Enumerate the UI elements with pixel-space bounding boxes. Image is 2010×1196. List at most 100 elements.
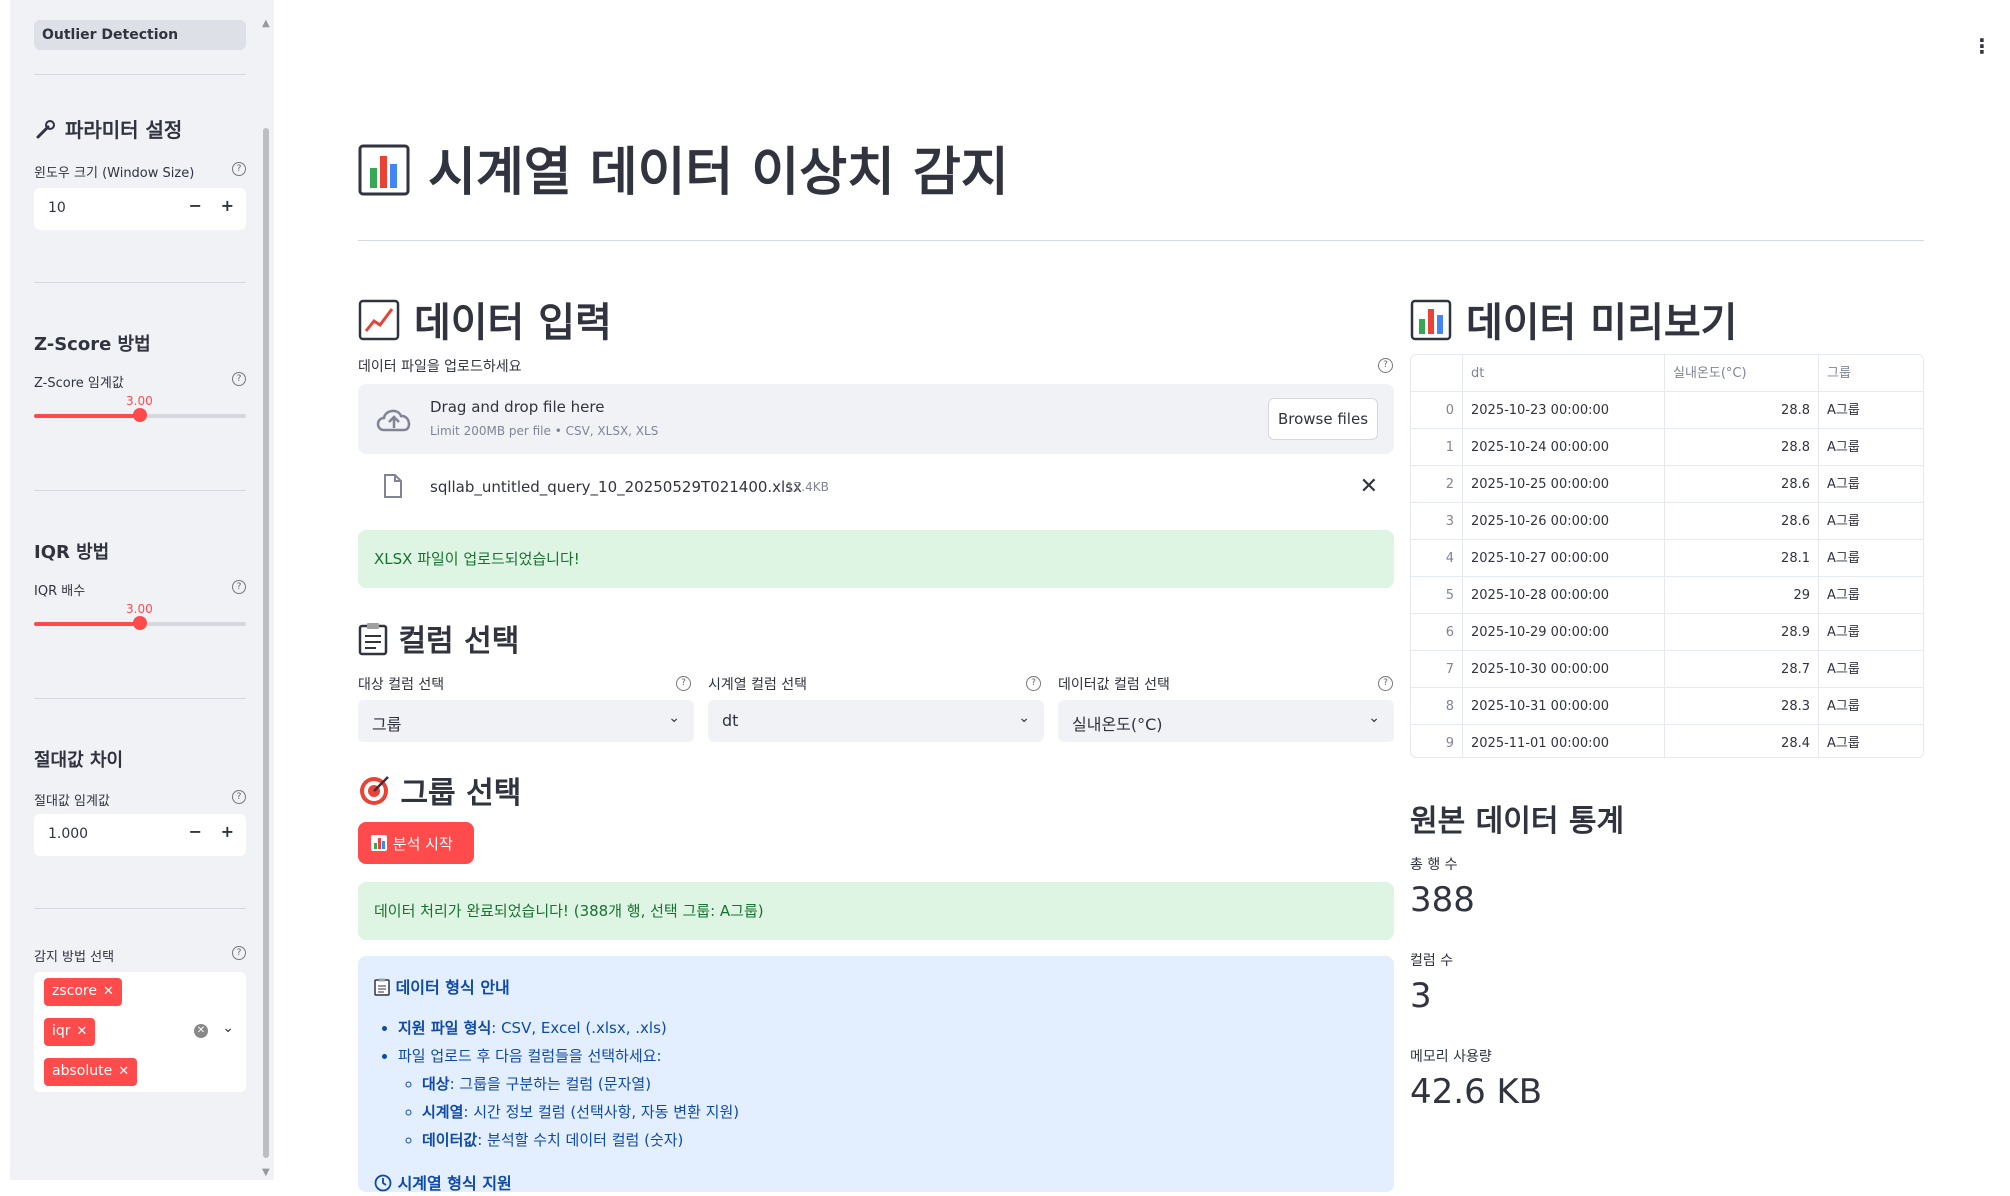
table-cell: 28.8 (1665, 429, 1819, 466)
help-icon[interactable]: ? (232, 946, 246, 960)
value-column-value: 실내온도(°C) (1072, 715, 1163, 734)
browse-files-button[interactable]: Browse files (1268, 398, 1378, 440)
file-icon (384, 474, 402, 498)
table-cell: A그룹 (1827, 662, 1860, 677)
file-dropzone[interactable]: Drag and drop file here Limit 200MB per … (358, 384, 1394, 454)
table-cell: 7 (1411, 651, 1463, 688)
clock-icon (374, 1174, 392, 1196)
sidebar-divider (34, 908, 246, 909)
title-divider (358, 240, 1924, 241)
method-tag-iqr[interactable]: iqr ✕ (44, 1018, 96, 1046)
value-column-select[interactable]: 실내온도(°C) ⌄ (1058, 700, 1394, 742)
data-input-heading: 데이터 입력 (358, 290, 612, 351)
column-select-heading: 컬럼 선택 (358, 616, 519, 664)
table-row[interactable]: 2 2025-10-25 00:00:00 28.6 A그룹 (1411, 466, 1923, 503)
param-heading: 파라미터 설정 (34, 114, 182, 146)
table-header-cell: 실내온도(°C) (1665, 355, 1819, 392)
help-icon[interactable]: ? (1026, 676, 1041, 691)
table-cell: 28.9 (1665, 614, 1819, 651)
main-menu-icon[interactable]: ⋮ (1972, 34, 1992, 58)
decrement-button[interactable]: − (189, 822, 202, 841)
table-cell: 2025-10-31 00:00:00 (1463, 688, 1665, 725)
method-multiselect[interactable]: zscore ✕ iqr ✕ absolute ✕ ✕ ⌄ (34, 972, 246, 1092)
sidebar-scrollbar[interactable]: ▲ ▼ (262, 18, 270, 1178)
preview-table[interactable]: dt 실내온도(°C) 그룹 0 2025-10-23 00:00:00 28.8 A그룹 1… (1410, 354, 1924, 758)
table-header[interactable]: dt 실내온도(°C) 그룹 (1411, 355, 1923, 392)
scroll-up-icon[interactable]: ▲ (262, 18, 270, 29)
abs-label: 절대값 임계값 ? (34, 790, 246, 809)
decrement-button[interactable]: − (189, 196, 202, 215)
clear-all-icon[interactable]: ✕ (194, 1024, 208, 1038)
list-item: 파일 업로드 후 다음 컬럼들을 선택하세요: 대상: 그룹을 구분하는 컬럼 … (398, 1042, 739, 1154)
table-row[interactable]: 4 2025-10-27 00:00:00 28.1 A그룹 (1411, 540, 1923, 577)
help-icon[interactable]: ? (232, 372, 246, 386)
list-item: 대상: 그룹을 구분하는 컬럼 (문자열) (422, 1070, 739, 1098)
table-row[interactable]: 3 2025-10-26 00:00:00 28.6 A그룹 (1411, 503, 1923, 540)
memory-usage-value: 42.6 KB (1410, 1072, 1543, 1112)
target-column-select[interactable]: 그룹 ⌄ (358, 700, 694, 742)
method-tag-zscore[interactable]: zscore ✕ (44, 978, 122, 1006)
table-row[interactable]: 1 2025-10-24 00:00:00 28.8 A그룹 (1411, 429, 1923, 466)
info-item-text: : 시간 정보 컬럼 (선택사항, 자동 변환 지원) (463, 1103, 740, 1121)
table-cell: 2025-11-01 00:00:00 (1463, 725, 1665, 757)
table-cell: 28.6 (1665, 466, 1819, 503)
method-tag-absolute[interactable]: absolute ✕ (44, 1058, 138, 1086)
chevron-down-icon[interactable]: ⌄ (222, 1020, 234, 1036)
scrollbar-thumb[interactable] (263, 128, 269, 1158)
zscore-label: Z-Score 임계값 ? (34, 372, 246, 391)
table-cell: A그룹 (1827, 699, 1860, 714)
help-icon[interactable]: ? (676, 676, 691, 691)
increment-button[interactable]: + (221, 822, 234, 841)
zscore-heading: Z-Score 방법 (34, 334, 151, 355)
start-analysis-button[interactable]: 분석 시작 (358, 822, 474, 864)
help-icon[interactable]: ? (232, 580, 246, 594)
upload-label: 데이터 파일을 업로드하세요 (358, 359, 522, 375)
table-row[interactable]: 9 2025-11-01 00:00:00 28.4 A그룹 (1411, 725, 1923, 757)
table-cell: 1 (1411, 429, 1463, 466)
zscore-slider-value: 3.00 (126, 394, 153, 408)
table-row[interactable]: 0 2025-10-23 00:00:00 28.8 A그룹 (1411, 392, 1923, 429)
help-icon[interactable]: ? (1378, 358, 1393, 373)
help-icon[interactable]: ? (232, 162, 246, 176)
remove-tag-icon[interactable]: ✕ (118, 1064, 129, 1079)
tag-label: absolute (52, 1063, 113, 1079)
time-column-value: dt (722, 711, 739, 730)
table-row[interactable]: 6 2025-10-29 00:00:00 28.9 A그룹 (1411, 614, 1923, 651)
time-column-select[interactable]: dt ⌄ (708, 700, 1044, 742)
zscore-label-text: Z-Score 임계값 (34, 376, 124, 391)
cloud-upload-icon (374, 404, 414, 434)
help-icon[interactable]: ? (232, 790, 246, 804)
table-row[interactable]: 7 2025-10-30 00:00:00 28.7 A그룹 (1411, 651, 1923, 688)
table-row[interactable]: 8 2025-10-31 00:00:00 28.3 A그룹 (1411, 688, 1923, 725)
table-cell: 28.3 (1665, 688, 1819, 725)
page-title-text: 시계열 데이터 이상치 감지 (428, 143, 1009, 203)
info-list: 지원 파일 형식: CSV, Excel (.xlsx, .xls) 파일 업로… (398, 1014, 739, 1154)
remove-tag-icon[interactable]: ✕ (77, 1024, 88, 1039)
iqr-heading: IQR 방법 (34, 542, 110, 563)
help-icon[interactable]: ? (1378, 676, 1393, 691)
nav-item-outlier-detection[interactable]: Outlier Detection (34, 20, 246, 50)
window-size-label: 윈도우 크기 (Window Size) ? (34, 162, 246, 181)
slider-handle[interactable] (133, 408, 147, 422)
slider-handle[interactable] (133, 616, 147, 630)
table-header-cell: 그룹 (1827, 366, 1851, 381)
table-cell: 28.1 (1665, 540, 1819, 577)
upload-success-alert: XLSX 파일이 업로드되었습니다! (358, 530, 1394, 588)
window-size-input[interactable]: 10 − + (34, 188, 246, 230)
increment-button[interactable]: + (221, 196, 234, 215)
remove-file-icon[interactable]: ✕ (1360, 474, 1378, 499)
info-title: 데이터 형식 안내 (374, 974, 510, 1000)
window-size-label-text: 윈도우 크기 (Window Size) (34, 166, 195, 181)
remove-tag-icon[interactable]: ✕ (103, 984, 114, 999)
iqr-label: IQR 배수 ? (34, 580, 246, 599)
chevron-down-icon: ⌄ (668, 710, 680, 726)
list-item: 지원 파일 형식: CSV, Excel (.xlsx, .xls) (398, 1014, 739, 1042)
table-cell: 2025-10-25 00:00:00 (1463, 466, 1665, 503)
iqr-slider[interactable]: 3.00 (34, 602, 246, 642)
info-item-text: : CSV, Excel (.xlsx, .xls) (491, 1019, 667, 1037)
table-row[interactable]: 5 2025-10-28 00:00:00 29 A그룹 (1411, 577, 1923, 614)
abs-threshold-input[interactable]: 1.000 − + (34, 814, 246, 856)
zscore-slider[interactable]: 3.00 (34, 394, 246, 434)
start-analysis-label: 분석 시작 (392, 835, 453, 853)
scroll-down-icon[interactable]: ▼ (262, 1167, 270, 1178)
